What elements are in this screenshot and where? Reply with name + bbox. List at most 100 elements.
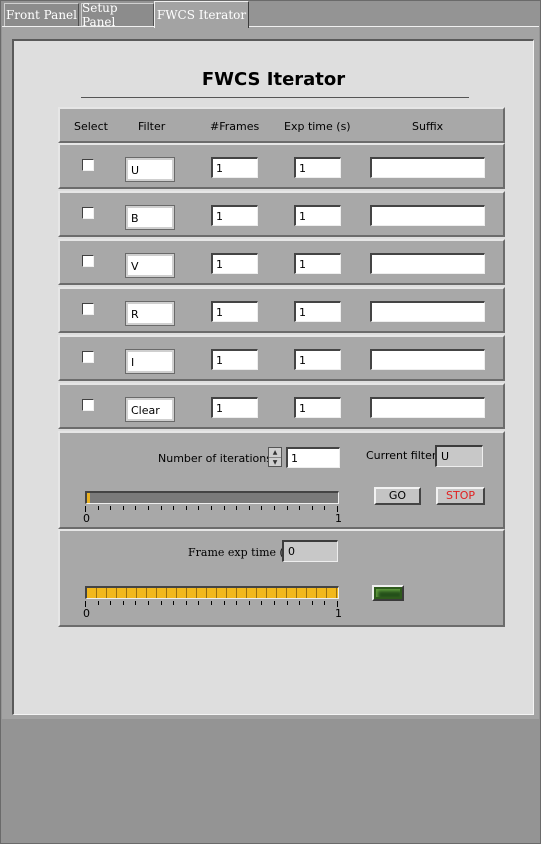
frame-exp-label: Frame exp time (s) — [188, 546, 294, 559]
frames-input[interactable]: 1 — [211, 253, 258, 274]
tab-front-panel[interactable]: Front Panel — [4, 3, 79, 26]
iterations-input[interactable]: 1 — [286, 447, 340, 468]
status-led-light — [376, 589, 400, 597]
scale-tick — [286, 506, 288, 510]
current-filter-indicator: U — [435, 445, 483, 467]
iterator-panel: FWCS Iterator Select Filter #Frames Exp … — [12, 39, 534, 715]
table-row: R 1 1 — [58, 287, 505, 333]
scale-tick — [299, 601, 301, 605]
suffix-input[interactable] — [370, 397, 485, 418]
column-header-suffix: Suffix — [412, 120, 444, 133]
tab-fwcs-iterator[interactable]: FWCS Iterator — [154, 1, 249, 28]
frames-input[interactable]: 1 — [211, 349, 258, 370]
scale-tick — [236, 601, 238, 605]
scale-tick — [248, 601, 250, 605]
decrement-arrow-icon[interactable]: ▼ — [269, 457, 281, 466]
scale-tick — [122, 506, 124, 510]
scale-tick — [173, 601, 175, 605]
table-header: Select Filter #Frames Exp time (s) Suffi… — [58, 107, 505, 143]
frame-scale-min: 0 — [83, 607, 90, 620]
scale-tick — [135, 601, 137, 605]
exp-time-input[interactable]: 1 — [294, 253, 341, 274]
status-led — [372, 585, 404, 601]
iteration-controls: Number of iterations ▲ ▼ 1 Current filte… — [58, 431, 505, 529]
select-checkbox[interactable] — [82, 255, 94, 267]
scale-tick — [122, 601, 124, 605]
scale-tick — [198, 506, 200, 510]
scale-tick — [173, 506, 175, 510]
select-checkbox[interactable] — [82, 303, 94, 315]
frames-input[interactable]: 1 — [211, 205, 258, 226]
select-checkbox[interactable] — [82, 399, 94, 411]
tab-setup-panel[interactable]: Setup Panel — [81, 1, 154, 29]
increment-arrow-icon[interactable]: ▲ — [269, 448, 281, 457]
scale-tick — [248, 506, 250, 510]
suffix-input[interactable] — [370, 253, 485, 274]
scale-tick — [261, 601, 263, 605]
select-checkbox[interactable] — [82, 351, 94, 363]
scale-tick — [160, 601, 162, 605]
frames-input[interactable]: 1 — [211, 157, 258, 178]
frame-progress-scale — [85, 601, 339, 607]
title-divider — [81, 97, 469, 98]
scale-tick — [274, 506, 275, 510]
filter-input[interactable]: U — [125, 157, 175, 182]
suffix-input[interactable] — [370, 349, 485, 370]
scale-tick — [324, 601, 326, 605]
frame-exp-indicator: 0 — [282, 540, 338, 562]
stop-button[interactable]: STOP — [436, 487, 485, 505]
iteration-progress-bar — [85, 491, 339, 504]
exp-time-input[interactable]: 1 — [294, 205, 341, 226]
exp-time-input[interactable]: 1 — [294, 349, 341, 370]
go-button[interactable]: GO — [374, 487, 421, 505]
scale-tick — [261, 506, 263, 510]
iteration-scale-max: 1 — [335, 512, 342, 525]
exp-time-input[interactable]: 1 — [294, 157, 341, 178]
scale-tick — [211, 601, 212, 605]
table-row: Clear 1 1 — [58, 383, 505, 429]
table-row: B 1 1 — [58, 191, 505, 237]
scale-tick — [236, 506, 238, 510]
exp-time-input[interactable]: 1 — [294, 397, 341, 418]
suffix-input[interactable] — [370, 157, 485, 178]
scale-tick — [311, 601, 313, 605]
iteration-scale-min: 0 — [83, 512, 90, 525]
filter-input[interactable]: B — [125, 205, 175, 230]
table-row: V 1 1 — [58, 239, 505, 285]
scale-tick — [110, 506, 112, 510]
scale-tick — [110, 601, 112, 605]
iteration-progress-scale — [85, 506, 339, 512]
page-title: FWCS Iterator — [201, 69, 346, 90]
frames-input[interactable]: 1 — [211, 301, 258, 322]
scale-tick — [274, 601, 275, 605]
frame-progress-fill — [87, 588, 338, 598]
filter-input[interactable]: I — [125, 349, 175, 374]
scale-tick — [198, 601, 200, 605]
table-row: U 1 1 — [58, 143, 505, 189]
column-header-select: Select — [74, 120, 108, 133]
suffix-input[interactable] — [370, 205, 485, 226]
scale-tick — [97, 601, 99, 605]
filter-input[interactable]: R — [125, 301, 175, 326]
select-checkbox[interactable] — [82, 159, 94, 171]
column-header-filter: Filter — [138, 120, 166, 133]
exp-time-input[interactable]: 1 — [294, 301, 341, 322]
scale-tick — [148, 601, 149, 605]
column-header-frames: #Frames — [210, 120, 260, 133]
filter-input[interactable]: Clear — [125, 397, 175, 422]
scale-tick — [160, 506, 162, 510]
scale-tick — [324, 506, 326, 510]
scale-tick — [97, 506, 99, 510]
frame-controls: Frame exp time (s) 0 0 1 — [58, 529, 505, 627]
column-header-exp-time: Exp time (s) — [284, 120, 351, 133]
frames-input[interactable]: 1 — [211, 397, 258, 418]
iterations-stepper[interactable]: ▲ ▼ — [268, 447, 282, 467]
filter-input[interactable]: V — [125, 253, 175, 278]
iteration-progress-fill — [87, 493, 90, 503]
current-filter-label: Current filter — [366, 449, 437, 462]
scale-tick — [148, 506, 149, 510]
suffix-input[interactable] — [370, 301, 485, 322]
scale-tick — [299, 506, 301, 510]
tab-content: FWCS Iterator Select Filter #Frames Exp … — [2, 26, 539, 719]
select-checkbox[interactable] — [82, 207, 94, 219]
